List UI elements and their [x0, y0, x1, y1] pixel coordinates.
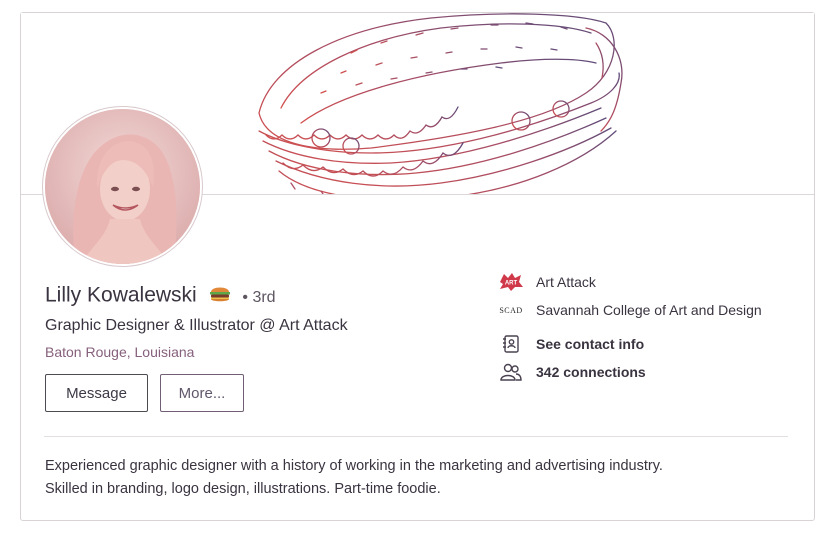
more-button[interactable]: More... — [160, 374, 244, 412]
scad-logo-icon: SCAD — [497, 299, 525, 321]
summary-line-2: Skilled in branding, logo design, illust… — [45, 481, 441, 497]
school-name: Savannah College of Art and Design — [536, 302, 762, 318]
connections-count: 342 connections — [536, 364, 646, 380]
profile-name: Lilly Kowalewski — [45, 283, 197, 307]
art-attack-logo-text: ART — [505, 281, 518, 287]
section-divider — [44, 436, 788, 437]
company-name: Art Attack — [536, 274, 596, 290]
contact-card-icon — [497, 333, 525, 355]
contact-info-label: See contact info — [536, 336, 645, 352]
message-button[interactable]: Message — [45, 374, 148, 412]
profile-card: Lilly Kowalewski • 3rd Graphic Designer … — [20, 12, 815, 521]
connection-degree: • 3rd — [242, 288, 276, 306]
art-attack-logo-icon: ART — [497, 271, 525, 293]
hamburger-icon — [209, 283, 231, 309]
summary-line-1: Experienced graphic designer with a hist… — [45, 458, 663, 474]
avatar[interactable] — [43, 107, 202, 266]
profile-name-row: Lilly Kowalewski • 3rd — [45, 283, 276, 309]
profile-location: Baton Rouge, Louisiana — [45, 344, 195, 360]
scad-logo-text: SCAD — [499, 305, 523, 315]
avatar-photo-icon — [45, 109, 200, 264]
people-icon — [497, 361, 525, 383]
profile-headline: Graphic Designer & Illustrator @ Art Att… — [45, 317, 348, 334]
profile-summary: Experienced graphic designer with a hist… — [45, 455, 785, 501]
